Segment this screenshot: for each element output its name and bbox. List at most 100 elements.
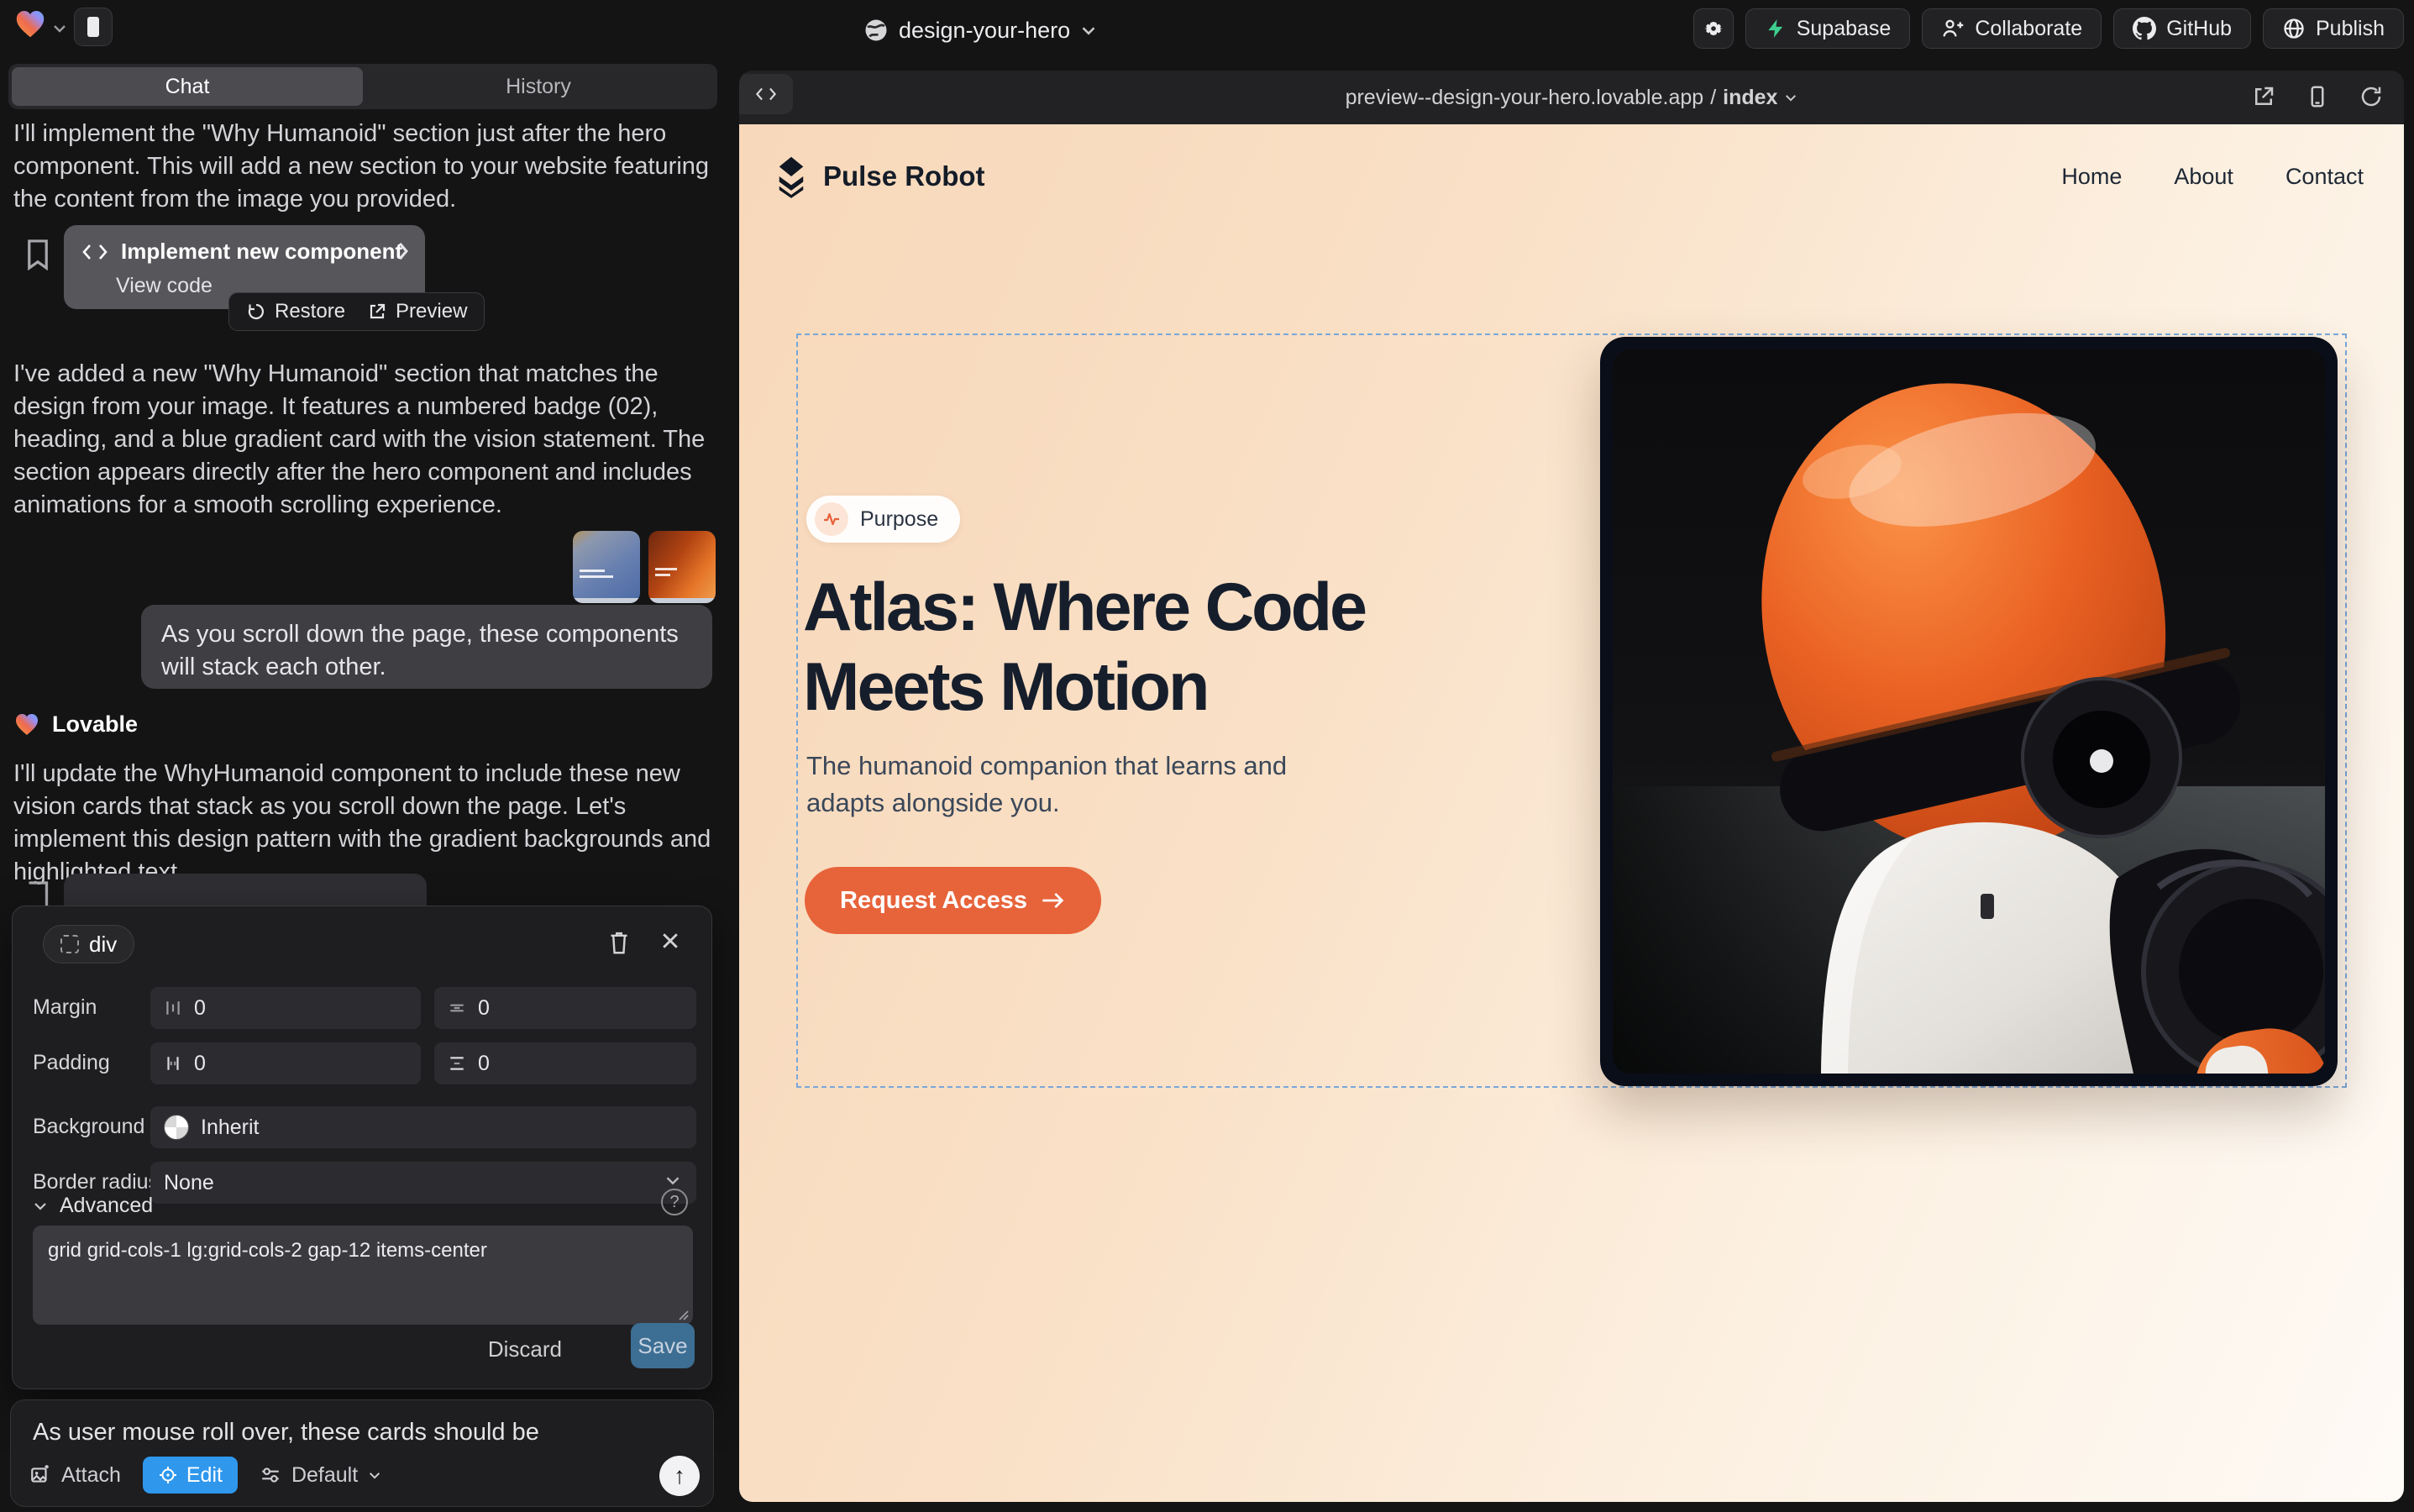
lovable-heart-icon: [13, 711, 40, 738]
gear-icon: [1702, 17, 1725, 40]
hero-heading: Atlas: Where Code Meets Motion: [803, 568, 1365, 727]
margin-y-input[interactable]: 0: [434, 987, 696, 1029]
mode-label: Default: [291, 1463, 358, 1488]
pulse-icon: [815, 502, 848, 536]
toggle-sidebar-button[interactable]: [74, 8, 113, 46]
margin-x-input[interactable]: 0: [150, 987, 421, 1029]
trash-icon[interactable]: [607, 930, 631, 955]
globe-project-icon: [863, 18, 889, 43]
assistant-message-3: I'll update the WhyHumanoid component to…: [13, 758, 719, 889]
robot-illustration: [1613, 349, 2325, 1074]
border-radius-value: None: [164, 1171, 214, 1195]
assistant-message-2: I've added a new "Why Humanoid" section …: [13, 358, 719, 522]
chevron-down-icon: [368, 1471, 381, 1480]
site-nav: Home About Contact: [2061, 164, 2364, 190]
supabase-button[interactable]: Supabase: [1745, 8, 1911, 49]
border-radius-select[interactable]: None: [150, 1162, 696, 1204]
version-toolbar: Restore Preview: [228, 292, 485, 331]
mobile-view-icon[interactable]: [2305, 84, 2330, 109]
collaborate-button[interactable]: Collaborate: [1922, 8, 2102, 49]
code-view-toggle[interactable]: [739, 74, 793, 114]
nav-about[interactable]: About: [2174, 164, 2233, 190]
restore-icon: [246, 302, 266, 322]
publish-label: Publish: [2316, 17, 2385, 41]
restore-button[interactable]: Restore: [246, 300, 345, 323]
bookmark-icon-partial: [25, 880, 50, 906]
purpose-badge: Purpose: [806, 496, 960, 543]
refresh-icon[interactable]: [2359, 84, 2384, 109]
send-button[interactable]: ↑: [659, 1456, 700, 1496]
site-brand-name: Pulse Robot: [823, 160, 985, 192]
close-icon[interactable]: [659, 930, 681, 952]
tab-chat[interactable]: Chat: [12, 67, 363, 106]
mode-selector[interactable]: Default: [260, 1463, 381, 1488]
chat-history-tabs: Chat History: [8, 64, 717, 109]
sidebar-panel-icon: [87, 17, 99, 37]
padding-x-value: 0: [194, 1052, 206, 1076]
site-canvas: Pulse Robot Home About Contact Purpose A…: [739, 124, 2404, 1502]
help-icon[interactable]: ?: [661, 1189, 688, 1215]
tab-history[interactable]: History: [363, 67, 714, 106]
hero-subheading: The humanoid companion that learns and a…: [806, 748, 1336, 822]
logo-chevron-down-icon[interactable]: [52, 24, 67, 34]
attach-label: Attach: [61, 1463, 121, 1488]
discard-button[interactable]: Discard: [488, 1336, 562, 1362]
classes-textarea[interactable]: grid grid-cols-1 lg:grid-cols-2 gap-12 i…: [33, 1226, 693, 1325]
background-input[interactable]: Inherit: [150, 1106, 696, 1148]
attach-image-icon: [29, 1464, 51, 1486]
attachment-thumbnail-blue[interactable]: [573, 531, 640, 603]
preview-button[interactable]: Preview: [367, 300, 467, 323]
chat-composer[interactable]: As user mouse roll over, these cards sho…: [10, 1399, 714, 1507]
background-label: Background: [33, 1115, 144, 1139]
publish-button[interactable]: Publish: [2263, 8, 2404, 49]
github-button[interactable]: GitHub: [2113, 8, 2251, 49]
pulse-robot-logo-icon: [773, 155, 810, 198]
edit-label: Edit: [186, 1463, 223, 1488]
advanced-toggle[interactable]: Advanced: [33, 1194, 153, 1218]
purpose-badge-label: Purpose: [860, 507, 938, 532]
site-header: Pulse Robot Home About Contact: [773, 150, 2364, 203]
nav-home[interactable]: Home: [2061, 164, 2122, 190]
selected-element-chip[interactable]: div: [43, 925, 134, 963]
site-brand[interactable]: Pulse Robot: [773, 155, 985, 198]
view-code-link[interactable]: View code: [116, 274, 213, 298]
collaborate-label: Collaborate: [1975, 17, 2082, 41]
element-tag: div: [89, 932, 117, 958]
element-inspector-popup: div Margin 0 0 Padding 0 0 Background In…: [12, 906, 712, 1389]
restore-label: Restore: [275, 300, 345, 323]
code-icon: [755, 87, 777, 102]
preview-header: preview--design-your-hero.lovable.app / …: [739, 71, 2404, 124]
bookmark-icon[interactable]: [25, 239, 50, 270]
settings-button[interactable]: [1693, 8, 1734, 49]
supabase-bolt-icon: [1765, 18, 1787, 39]
save-button[interactable]: Save: [631, 1323, 695, 1368]
app-top-bar: design-your-hero Supabase Collaborate: [0, 0, 2414, 60]
composer-input[interactable]: As user mouse roll over, these cards sho…: [33, 1419, 539, 1446]
publish-globe-icon: [2282, 17, 2306, 40]
preview-url[interactable]: preview--design-your-hero.lovable.app / …: [1346, 86, 1798, 110]
padding-y-value: 0: [478, 1052, 490, 1076]
margin-y-value: 0: [478, 996, 490, 1021]
sliders-icon: [260, 1465, 281, 1485]
preview-path: index: [1723, 86, 1777, 110]
attach-button[interactable]: Attach: [29, 1463, 121, 1488]
assistant-header: Lovable: [13, 711, 138, 738]
project-chevron-down-icon: [1080, 25, 1097, 36]
request-access-button[interactable]: Request Access: [805, 867, 1101, 934]
open-in-new-tab-icon[interactable]: [2251, 84, 2276, 109]
lovable-logo-icon[interactable]: [13, 7, 47, 40]
edit-mode-button[interactable]: Edit: [143, 1457, 238, 1494]
chevron-right-icon: [396, 240, 410, 262]
project-selector[interactable]: design-your-hero: [863, 12, 1097, 49]
component-card-title: Implement new component: [121, 239, 402, 265]
resize-handle[interactable]: [676, 1308, 690, 1321]
assistant-name: Lovable: [52, 711, 138, 738]
padding-y-input[interactable]: 0: [434, 1042, 696, 1084]
user-message: As you scroll down the page, these compo…: [141, 605, 712, 689]
chevron-down-icon: [664, 1175, 681, 1186]
preview-domain: preview--design-your-hero.lovable.app: [1346, 86, 1704, 110]
background-value: Inherit: [201, 1116, 259, 1140]
padding-x-input[interactable]: 0: [150, 1042, 421, 1084]
nav-contact[interactable]: Contact: [2285, 164, 2364, 190]
attachment-thumbnail-orange[interactable]: [648, 531, 716, 603]
